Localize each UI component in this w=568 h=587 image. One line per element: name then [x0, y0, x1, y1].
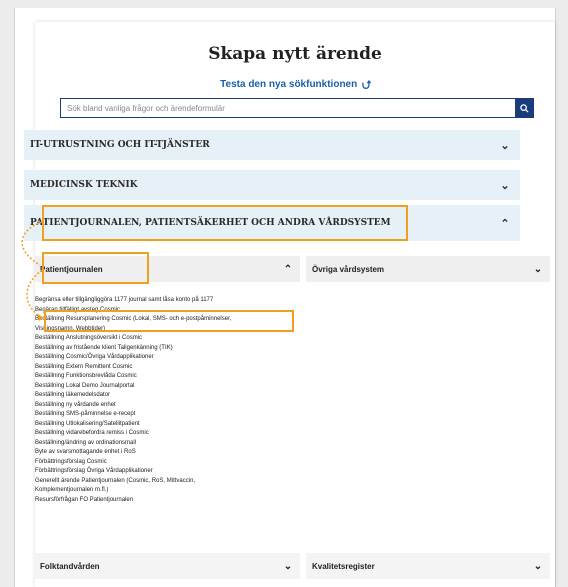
chevron-down-icon: ⌄: [533, 560, 543, 572]
subcategory-folktandvarden[interactable]: Folktandvården ⌄: [34, 553, 300, 579]
subcategory-label: Kvalitetsregister: [312, 561, 375, 571]
subcategory-kvalitetsregister[interactable]: Kvalitetsregister ⌄: [306, 553, 550, 579]
subcategory-label: Folktandvården: [40, 561, 100, 571]
chevron-down-icon: ⌄: [283, 560, 293, 572]
connector-arrows: [21, 221, 44, 321]
